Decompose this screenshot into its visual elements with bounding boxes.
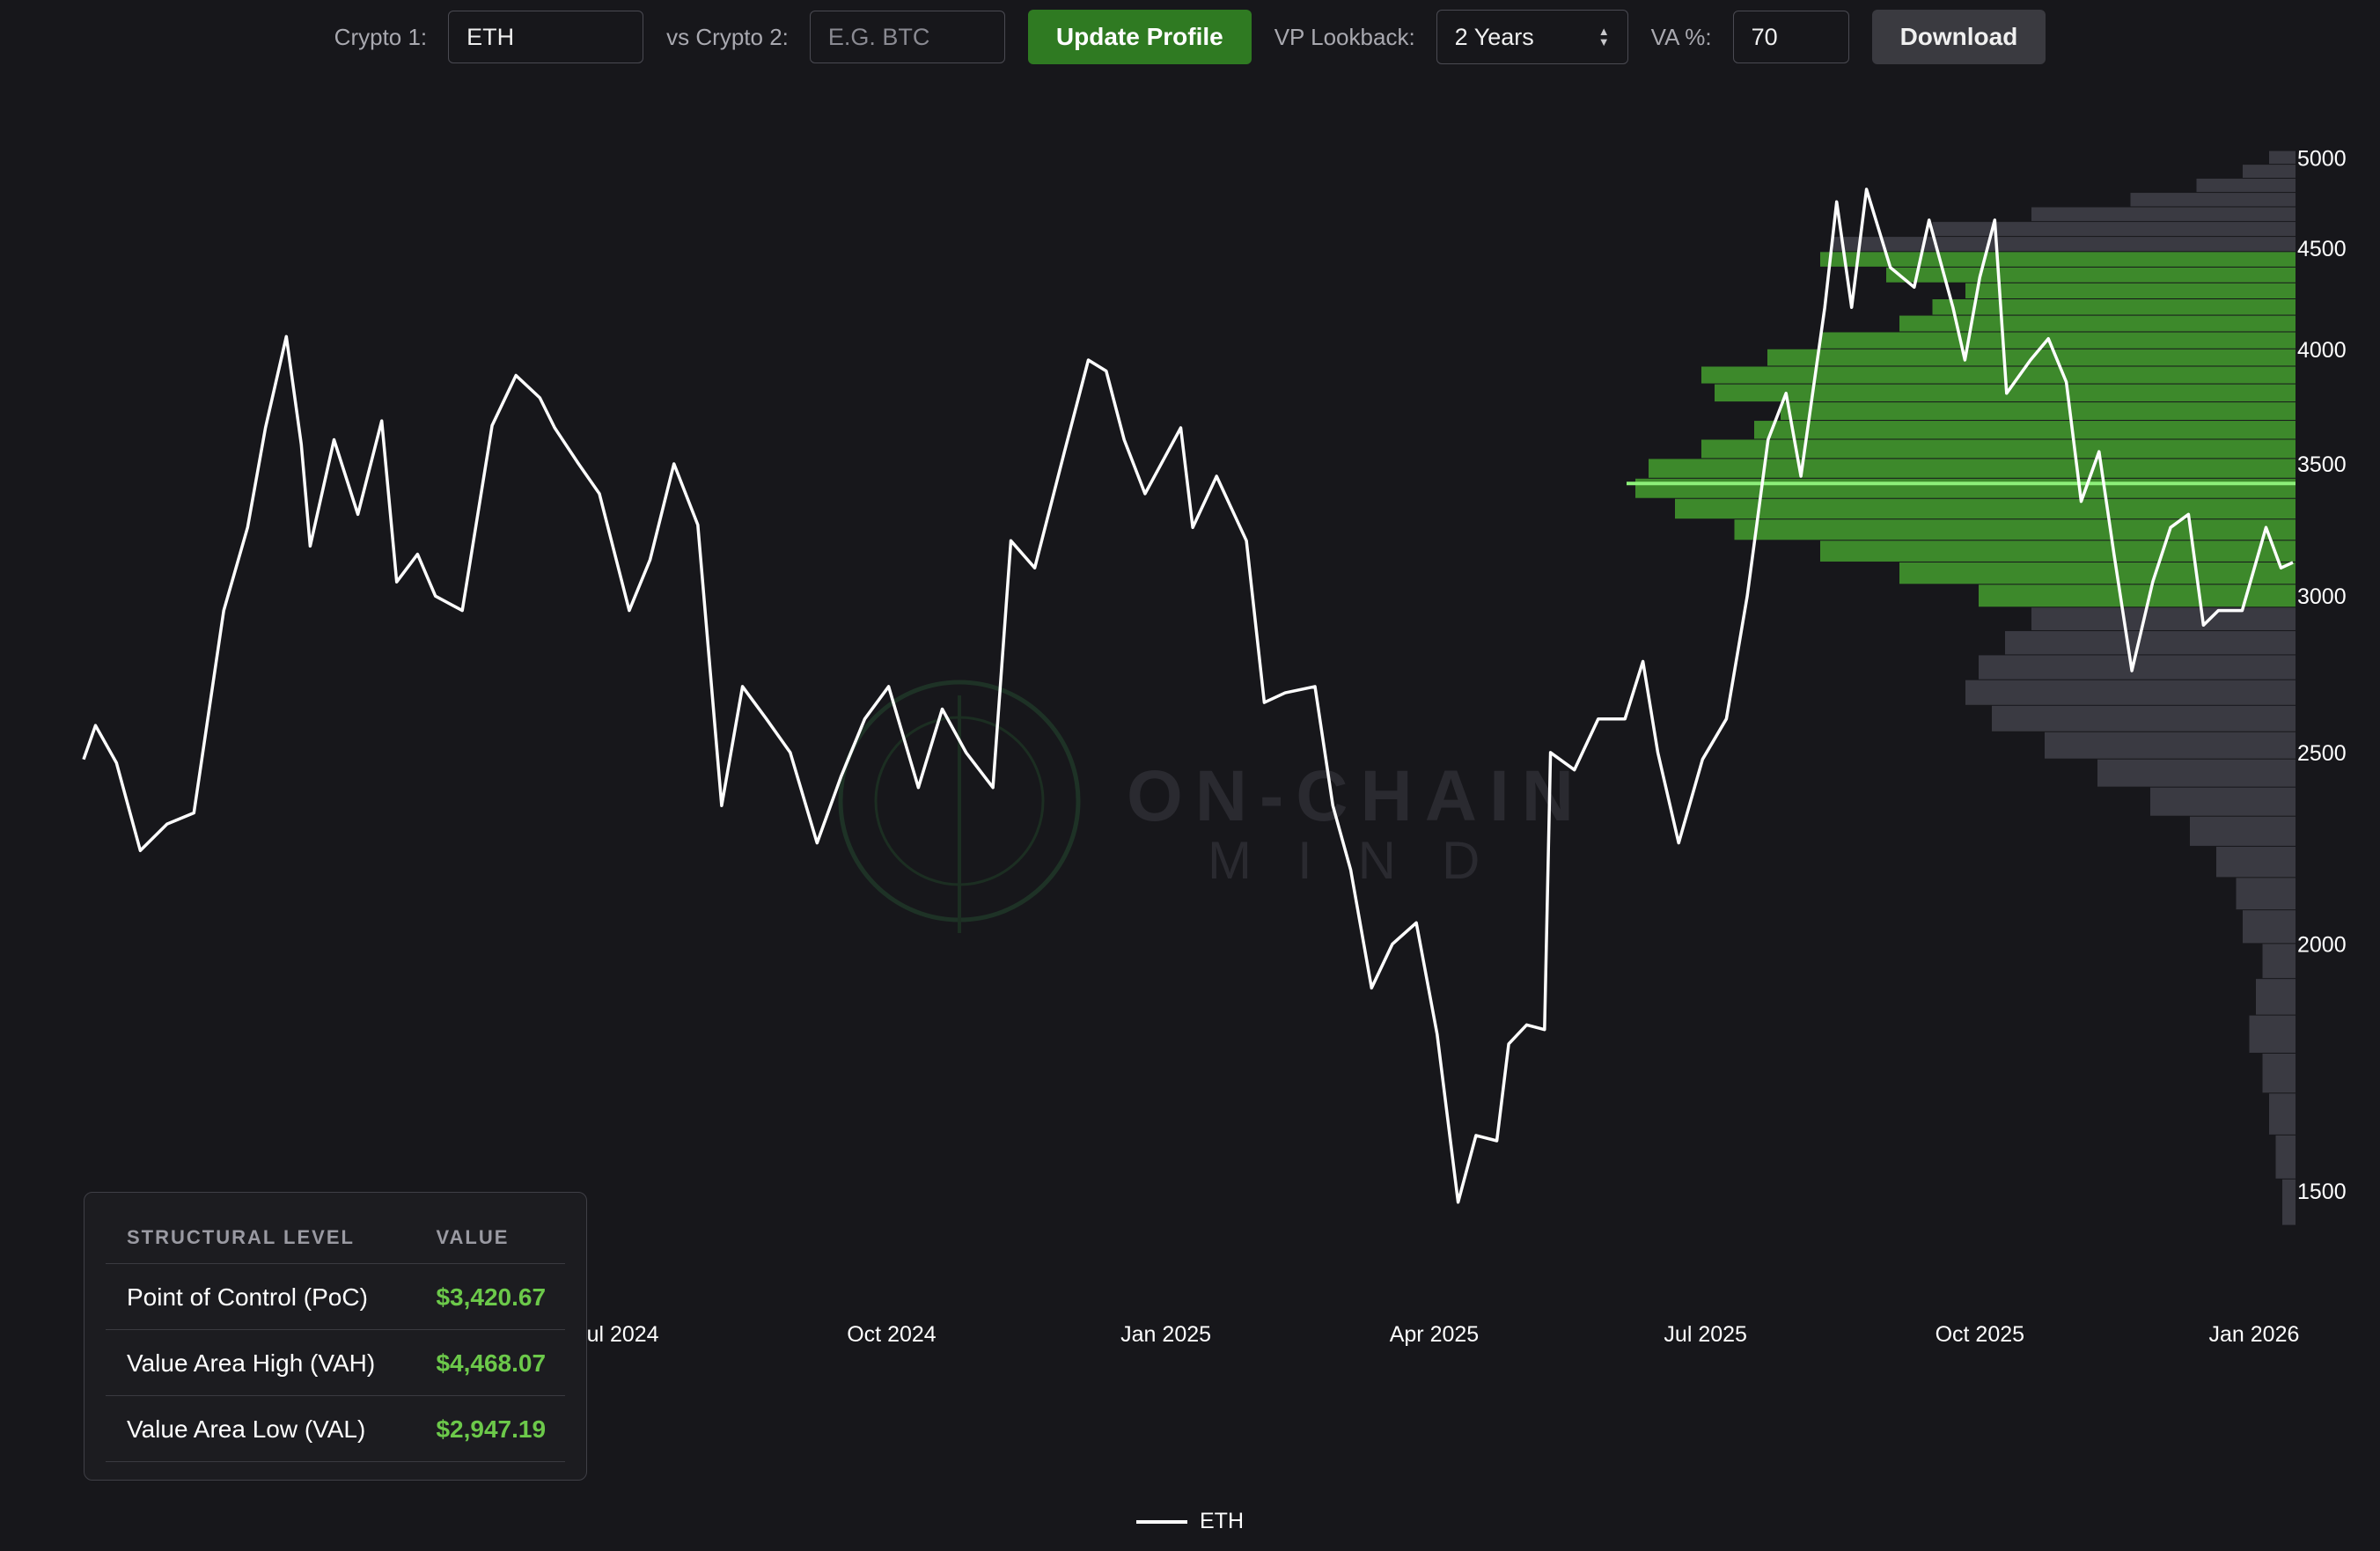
volume-profile-bar (1833, 237, 2296, 252)
x-tick-label: Jul 2025 (1664, 1322, 1747, 1347)
eth-price-line (82, 187, 2294, 1204)
volume-profile-bar (1635, 478, 2296, 498)
volume-profile-bar (1734, 519, 2296, 540)
volume-profile-bar (1820, 252, 2296, 267)
volume-profile-bar (1820, 540, 2296, 562)
volume-profile-bar (1701, 366, 2296, 384)
volume-profile-bar (2275, 1135, 2296, 1179)
volume-profile-bar (1675, 498, 2296, 519)
volume-profile-bar (1932, 298, 2296, 315)
volume-profile-bar (1649, 459, 2296, 478)
volume-profile-bar (1886, 267, 2296, 283)
volume-profile-bar (2262, 944, 2296, 979)
table-row: Value Area Low (VAL) $2,947.19 (106, 1395, 565, 1462)
volume-profile-bar (1820, 332, 2296, 349)
level-value: $2,947.19 (415, 1395, 565, 1462)
watermark-subtitle: MIND (1208, 831, 1525, 890)
volume-profile-bar (1899, 562, 2296, 584)
level-name: Point of Control (PoC) (106, 1263, 415, 1330)
level-value: $3,420.67 (415, 1263, 565, 1330)
volume-profile-bar (2269, 1093, 2296, 1135)
x-tick-label: Jan 2026 (2209, 1322, 2300, 1347)
volume-profile-bar (2282, 1179, 2296, 1225)
watermark-title: ON-CHAIN (1127, 756, 1586, 836)
legend-label: ETH (1200, 1509, 1244, 1533)
table-row: Point of Control (PoC) $3,420.67 (106, 1263, 565, 1330)
volume-profile-bar (2190, 816, 2296, 846)
level-name: Value Area Low (VAL) (106, 1395, 415, 1462)
y-axis: 1500 2000 2500 3000 3500 4000 4500 5000 (2297, 146, 2347, 1203)
volume-profile-bar (1965, 283, 2296, 298)
volume-profile-bar (1781, 402, 2296, 421)
volume-profile-bar (2262, 1053, 2296, 1093)
volume-profile-bar (2005, 630, 2296, 655)
volume-profile-bar (2269, 151, 2296, 165)
volume-profile-bar (2130, 193, 2296, 207)
volume-profile-bar (2045, 731, 2296, 759)
volume-profile-bar (2150, 787, 2296, 816)
volume-profile-bar (2031, 607, 2296, 630)
y-tick-label: 3500 (2297, 452, 2347, 477)
y-tick-label: 2500 (2297, 741, 2347, 766)
volume-profile-bar (2236, 878, 2296, 910)
table-row: Value Area High (VAH) $4,468.07 (106, 1329, 565, 1396)
level-name: Value Area High (VAH) (106, 1329, 415, 1396)
level-value: $4,468.07 (415, 1329, 565, 1396)
x-tick-label: Jul 2024 (576, 1322, 659, 1347)
volume-profile-bar (2031, 207, 2296, 222)
volume-profile (1635, 151, 2296, 1225)
structural-levels-table: STRUCTURAL LEVEL VALUE Point of Control … (106, 1209, 565, 1462)
watermark: ON-CHAIN MIND (838, 680, 1586, 933)
volume-profile-bar (1965, 680, 2296, 705)
y-tick-label: 5000 (2297, 146, 2347, 171)
header-structural-level: STRUCTURAL LEVEL (106, 1209, 415, 1264)
volume-profile-bar (2256, 979, 2296, 1015)
legend-swatch (1136, 1519, 1187, 1524)
y-tick-label: 3000 (2297, 584, 2347, 609)
volume-profile-bar (2249, 1015, 2296, 1053)
x-tick-label: Apr 2025 (1390, 1322, 1479, 1347)
volume-profile-bar (1754, 421, 2296, 439)
volume-profile-bar (1932, 222, 2296, 237)
y-tick-label: 2000 (2297, 932, 2347, 957)
header-value: VALUE (415, 1209, 565, 1264)
y-tick-label: 4000 (2297, 338, 2347, 363)
volume-profile-bar (1992, 705, 2296, 731)
volume-profile-bar (2196, 178, 2296, 193)
volume-profile-bar (2216, 846, 2296, 878)
chart-legend[interactable]: ETH (0, 1509, 2380, 1534)
volume-profile-bar (2243, 165, 2296, 178)
y-tick-label: 1500 (2297, 1180, 2347, 1204)
y-tick-label: 4500 (2297, 237, 2347, 261)
volume-profile-bar (2097, 759, 2296, 787)
x-tick-label: Jan 2025 (1120, 1322, 1211, 1347)
x-axis: Apr 2024Jul 2024Oct 2024Jan 2025Apr 2025… (301, 1322, 2299, 1347)
volume-profile-bar (1979, 655, 2296, 680)
volume-profile-bar (2243, 910, 2296, 944)
x-tick-label: Oct 2024 (847, 1322, 937, 1347)
structural-levels-panel: STRUCTURAL LEVEL VALUE Point of Control … (84, 1192, 587, 1481)
volume-profile-bar (1701, 439, 2296, 459)
x-tick-label: Oct 2025 (1936, 1322, 2024, 1347)
